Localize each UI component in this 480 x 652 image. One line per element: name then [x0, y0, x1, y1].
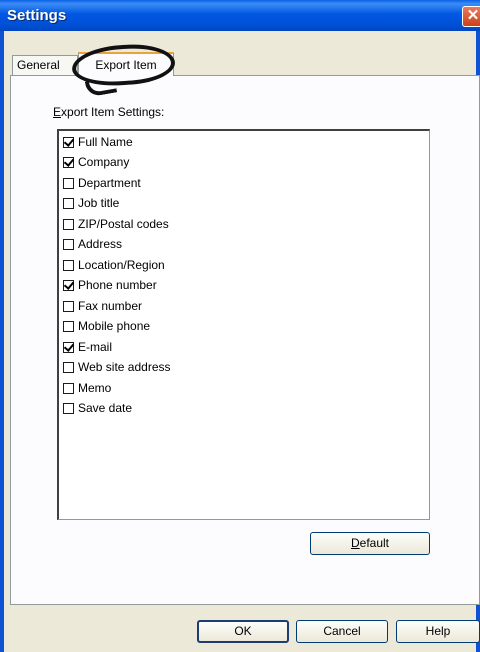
ok-button[interactable]: OK: [197, 620, 289, 643]
list-item[interactable]: Save date: [63, 399, 132, 417]
window-title: Settings: [7, 7, 67, 24]
item-label: Save date: [78, 401, 133, 415]
list-item[interactable]: Full Name: [63, 133, 133, 151]
list-item[interactable]: Location/Region: [63, 256, 165, 274]
list-item[interactable]: Job title: [63, 194, 119, 212]
close-icon[interactable]: ✕: [462, 6, 480, 27]
item-label: Phone number: [78, 278, 157, 292]
list-item[interactable]: Phone number: [63, 276, 157, 294]
list-item[interactable]: Address: [63, 235, 122, 253]
list-item[interactable]: Web site address: [63, 358, 171, 376]
item-label: ZIP/Postal codes: [78, 217, 169, 231]
item-label: Full Name: [78, 135, 133, 149]
checkbox[interactable]: [63, 300, 74, 312]
item-label: Mobile phone: [78, 319, 151, 333]
help-button[interactable]: Help: [396, 620, 480, 643]
item-label: Web site address: [78, 360, 171, 374]
window-border-left: [0, 31, 4, 652]
checkbox[interactable]: [63, 156, 74, 168]
item-label: E-mail: [78, 340, 113, 354]
item-label: Fax number: [78, 299, 143, 313]
checkbox[interactable]: [63, 361, 74, 373]
item-label: Department: [78, 176, 141, 190]
checkbox[interactable]: [63, 341, 74, 353]
checkbox[interactable]: [63, 136, 74, 148]
list-item[interactable]: Company: [63, 153, 129, 171]
tab-general[interactable]: General: [12, 55, 78, 75]
item-label: Job title: [78, 196, 120, 210]
item-label: Location/Region: [78, 258, 165, 272]
checkbox[interactable]: [63, 402, 74, 414]
list-item[interactable]: ZIP/Postal codes: [63, 215, 169, 233]
checkbox[interactable]: [63, 197, 74, 209]
list-item[interactable]: E-mail: [63, 338, 112, 356]
checkbox[interactable]: [63, 382, 74, 394]
checkbox[interactable]: [63, 259, 74, 271]
list-item[interactable]: Fax number: [63, 297, 142, 315]
list-item[interactable]: Mobile phone: [63, 317, 150, 335]
title-bar[interactable]: Settings ✕: [0, 0, 480, 31]
export-item-settings-label: Export Item Settings:: [53, 105, 165, 119]
checkbox[interactable]: [63, 218, 74, 230]
export-items-list[interactable]: Full Name Company Department Job title Z…: [57, 129, 430, 520]
settings-dialog: Settings ✕ General Export Item Export It…: [0, 0, 480, 652]
item-label: Address: [78, 237, 123, 251]
cancel-button[interactable]: Cancel: [296, 620, 388, 643]
item-label: Company: [78, 155, 130, 169]
checkbox[interactable]: [63, 279, 74, 291]
checkbox[interactable]: [63, 177, 74, 189]
list-item[interactable]: Department: [63, 174, 141, 192]
list-item[interactable]: Memo: [63, 379, 111, 397]
checkbox[interactable]: [63, 238, 74, 250]
default-button[interactable]: Default: [310, 532, 430, 555]
item-label: Memo: [78, 381, 112, 395]
checkbox[interactable]: [63, 320, 74, 332]
